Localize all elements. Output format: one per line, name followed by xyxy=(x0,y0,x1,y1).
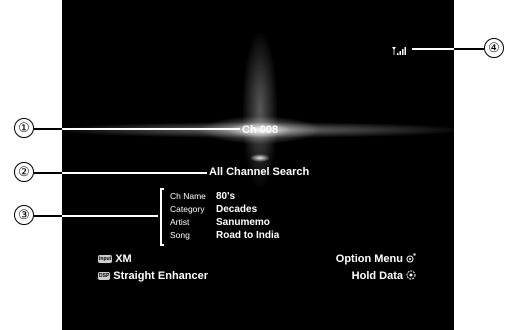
option-menu-label: Option Menu xyxy=(335,253,403,265)
callout-2-leader-inner xyxy=(62,172,207,174)
dsp-badge-icon: DSP xyxy=(98,272,111,281)
input-source: input XM xyxy=(98,253,132,265)
hold-data-label: Hold Data xyxy=(351,270,403,282)
input-source-label: XM xyxy=(115,253,132,265)
info-row-category: Category Decades xyxy=(170,203,257,215)
remote-option-key-icon xyxy=(406,253,416,265)
info-value: Sanumemo xyxy=(216,216,270,228)
callout-1-leader-inner xyxy=(62,128,240,130)
info-row-song: Song Road to India xyxy=(170,229,279,241)
signal-strength-icon xyxy=(392,43,406,61)
info-label: Category xyxy=(170,204,205,214)
dsp-program-label: Straight Enhancer xyxy=(113,270,209,282)
hold-data-hint: Hold Data xyxy=(352,270,416,282)
callout-1-marker: ① xyxy=(14,118,34,138)
callout-4-leader xyxy=(454,48,484,50)
callout-3-leader-inner xyxy=(62,215,158,217)
info-row-ch-name: Ch Name 80's xyxy=(170,190,235,202)
remote-enter-key-icon xyxy=(406,270,416,282)
info-label: Song xyxy=(170,230,190,240)
tv-screen: Ch 008 All Channel Search Ch Name 80's C… xyxy=(62,0,454,330)
callout-4-marker: ④ xyxy=(484,38,504,58)
callout-3-leader xyxy=(34,215,62,217)
callout-4-leader-inner xyxy=(412,48,454,50)
callout-2-marker: ② xyxy=(14,162,34,182)
info-row-artist: Artist Sanumemo xyxy=(170,216,270,228)
info-bracket xyxy=(160,188,164,246)
input-badge-icon: input xyxy=(98,255,113,264)
callout-2-leader xyxy=(34,172,62,174)
option-menu-hint: Option Menu xyxy=(336,253,416,265)
dsp-program: DSP Straight Enhancer xyxy=(98,270,208,282)
callout-1-leader xyxy=(34,128,62,130)
info-value: 80's xyxy=(216,190,236,202)
search-mode-label: All Channel Search xyxy=(209,166,310,178)
channel-number: Ch 008 xyxy=(242,124,279,136)
callout-3-marker: ③ xyxy=(14,205,34,225)
info-value: Road to India xyxy=(216,229,280,241)
info-label: Artist xyxy=(170,217,190,227)
info-label: Ch Name xyxy=(170,191,206,201)
info-value: Decades xyxy=(216,203,258,215)
